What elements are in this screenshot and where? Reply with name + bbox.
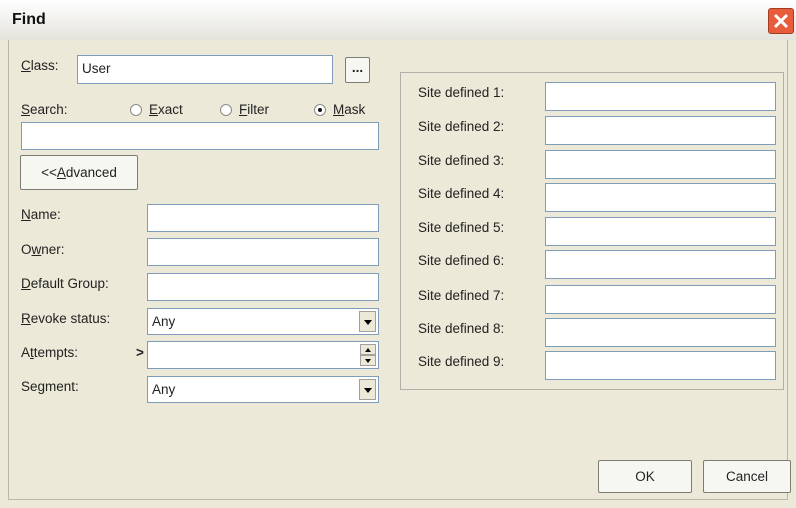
attempts-operator: > — [136, 345, 144, 360]
close-icon — [773, 13, 789, 29]
name-label: Name: — [21, 207, 61, 222]
site-defined-input-6[interactable] — [545, 250, 776, 279]
site-defined-label-6: Site defined 6: — [418, 253, 505, 268]
site-defined-input-9[interactable] — [545, 351, 776, 380]
site-defined-label-4: Site defined 4: — [418, 186, 505, 201]
search-exact-label[interactable]: Exact — [149, 102, 183, 117]
site-defined-label-8: Site defined 8: — [418, 321, 505, 336]
search-exact-radio[interactable] — [130, 104, 142, 116]
chevron-down-icon[interactable] — [359, 311, 376, 332]
site-defined-label-1: Site defined 1: — [418, 85, 505, 100]
site-defined-input-2[interactable] — [545, 116, 776, 145]
attempts-stepper[interactable] — [147, 341, 379, 369]
owner-input[interactable] — [147, 238, 379, 266]
search-label: Search: — [21, 102, 68, 117]
ok-button[interactable]: OK — [598, 460, 692, 493]
cancel-button[interactable]: Cancel — [703, 460, 791, 493]
close-button[interactable] — [768, 8, 794, 34]
name-input[interactable] — [147, 204, 379, 232]
window-title: Find — [12, 11, 46, 28]
site-defined-input-7[interactable] — [545, 285, 776, 314]
revoke-status-select[interactable]: Any — [147, 308, 379, 335]
site-defined-label-5: Site defined 5: — [418, 220, 505, 235]
default-group-label: Default Group: — [21, 276, 109, 291]
revoke-status-label: Revoke status: — [21, 311, 111, 326]
advanced-toggle-button[interactable]: <<Advanced — [20, 155, 138, 190]
site-defined-input-8[interactable] — [545, 318, 776, 347]
segment-label: Segment: — [21, 379, 79, 394]
site-defined-label-3: Site defined 3: — [418, 153, 505, 168]
attempts-label: Attempts: — [21, 345, 79, 360]
class-browse-button[interactable]: ... — [345, 57, 370, 83]
site-defined-label-7: Site defined 7: — [418, 288, 505, 303]
segment-select[interactable]: Any — [147, 376, 379, 403]
search-filter-radio[interactable] — [220, 104, 232, 116]
search-mask-label[interactable]: Mask — [333, 102, 365, 117]
title-bar[interactable] — [0, 0, 796, 40]
class-input[interactable]: User — [77, 55, 333, 84]
site-defined-label-9: Site defined 9: — [418, 354, 505, 369]
search-mask-radio[interactable] — [314, 104, 326, 116]
site-defined-input-5[interactable] — [545, 217, 776, 246]
class-label: Class: — [21, 58, 59, 73]
search-input[interactable] — [21, 122, 379, 150]
search-filter-label[interactable]: Filter — [239, 102, 269, 117]
chevron-down-icon[interactable] — [359, 379, 376, 400]
site-defined-input-3[interactable] — [545, 150, 776, 179]
site-defined-input-1[interactable] — [545, 82, 776, 111]
spin-up-icon[interactable] — [360, 344, 376, 355]
site-defined-label-2: Site defined 2: — [418, 119, 505, 134]
spin-down-icon[interactable] — [360, 355, 376, 366]
default-group-input[interactable] — [147, 273, 379, 301]
site-defined-input-4[interactable] — [545, 183, 776, 212]
owner-label: Owner: — [21, 242, 65, 257]
